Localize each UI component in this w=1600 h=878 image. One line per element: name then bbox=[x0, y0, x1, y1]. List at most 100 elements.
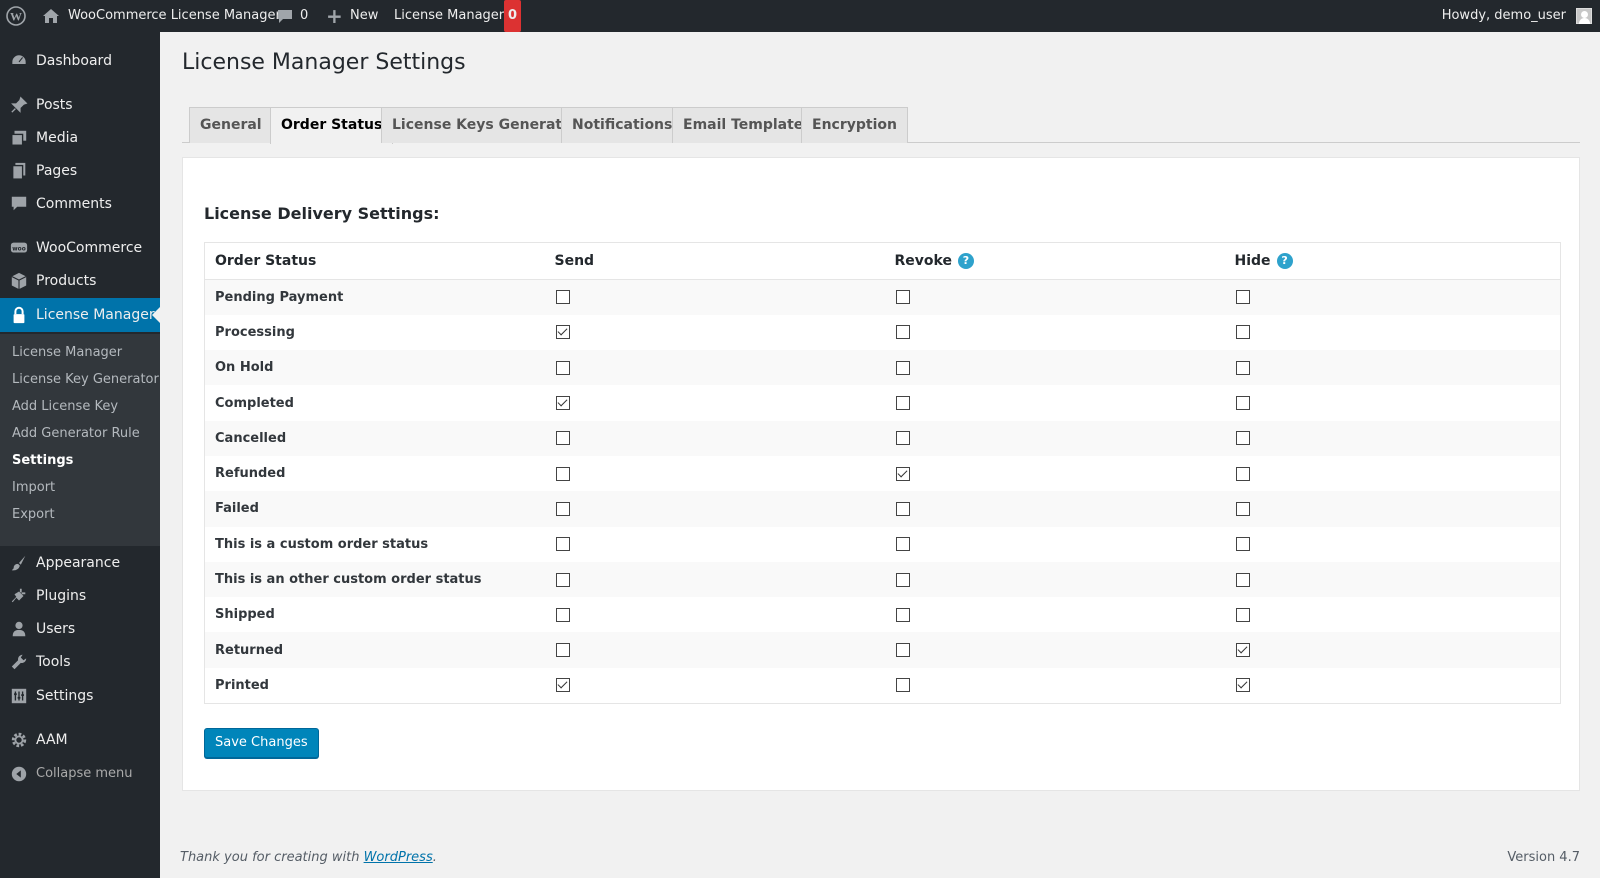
submenu-item-license-manager[interactable]: License Manager bbox=[12, 344, 122, 362]
order-status-name: Shipped bbox=[215, 607, 275, 623]
sidebar-item-label: WooCommerce bbox=[36, 240, 143, 256]
column-header-hide-label: Hide bbox=[1234, 253, 1271, 269]
dashboard-icon bbox=[11, 54, 27, 66]
license-manager-link[interactable]: License Manager bbox=[394, 0, 504, 32]
revoke-cell bbox=[885, 491, 1225, 526]
revoke-checkbox[interactable] bbox=[895, 396, 910, 411]
send-cell bbox=[545, 597, 885, 632]
submenu-item-add-license-key[interactable]: Add License Key bbox=[12, 398, 118, 416]
footer-thank-you-suffix: . bbox=[432, 850, 437, 865]
tab-order-status[interactable]: Order Status bbox=[270, 107, 394, 144]
submenu-item-export[interactable]: Export bbox=[12, 506, 55, 524]
submenu-item-import[interactable]: Import bbox=[12, 479, 55, 497]
sidebar-item-appearance[interactable]: Appearance bbox=[0, 546, 160, 580]
settings-panel: License Delivery Settings: Order Status … bbox=[182, 157, 1580, 791]
send-checkbox[interactable] bbox=[555, 290, 570, 305]
sidebar-item-label: License Manager bbox=[36, 307, 155, 323]
sidebar-item-settings[interactable]: Settings bbox=[0, 679, 160, 713]
help-icon[interactable]: ? bbox=[957, 253, 974, 269]
sidebar-item-posts[interactable]: Posts bbox=[0, 88, 160, 122]
sidebar-item-comments[interactable]: Comments bbox=[0, 187, 160, 221]
site-name-link[interactable]: WooCommerce License Manager bbox=[68, 0, 281, 32]
hide-checkbox[interactable] bbox=[1235, 572, 1250, 587]
hide-checkbox[interactable] bbox=[1235, 607, 1250, 622]
sidebar-item-tools[interactable]: Tools bbox=[0, 645, 160, 679]
sidebar-item-label: Collapse menu bbox=[36, 766, 133, 781]
hide-checkbox[interactable] bbox=[1235, 290, 1250, 305]
revoke-checkbox[interactable] bbox=[895, 290, 910, 305]
submenu-item-add-generator-rule[interactable]: Add Generator Rule bbox=[12, 425, 140, 443]
revoke-checkbox[interactable] bbox=[895, 325, 910, 340]
hide-checkbox[interactable] bbox=[1235, 466, 1250, 481]
send-checkbox[interactable] bbox=[555, 607, 570, 622]
license-manager-badge: 0 bbox=[504, 0, 521, 32]
send-checkbox[interactable] bbox=[555, 325, 570, 340]
wordpress-link[interactable]: WordPress bbox=[364, 850, 433, 865]
sidebar-item-plugins[interactable]: Plugins bbox=[0, 579, 160, 613]
send-checkbox[interactable] bbox=[555, 678, 570, 693]
wordpress-logo-icon[interactable]: W bbox=[6, 0, 30, 32]
revoke-checkbox[interactable] bbox=[895, 678, 910, 693]
table-row: Failed bbox=[204, 491, 1561, 527]
sidebar-item-label: Tools bbox=[36, 654, 71, 670]
revoke-checkbox[interactable] bbox=[895, 431, 910, 446]
send-checkbox[interactable] bbox=[555, 572, 570, 587]
hide-checkbox[interactable] bbox=[1235, 537, 1250, 552]
sidebar-item-label: Posts bbox=[36, 97, 73, 113]
save-changes-button[interactable]: Save Changes bbox=[204, 728, 319, 758]
send-checkbox[interactable] bbox=[555, 396, 570, 411]
avatar[interactable] bbox=[1576, 8, 1592, 24]
help-icon[interactable]: ? bbox=[1276, 253, 1293, 269]
send-checkbox[interactable] bbox=[555, 501, 570, 516]
sidebar-item-woocommerce[interactable]: woo WooCommerce bbox=[0, 231, 160, 265]
revoke-checkbox[interactable] bbox=[895, 607, 910, 622]
sidebar-item-dashboard[interactable]: Dashboard bbox=[0, 44, 160, 78]
comment-bubble-icon bbox=[278, 10, 292, 23]
collapse-icon bbox=[11, 766, 27, 782]
tab-general[interactable]: General bbox=[189, 107, 273, 143]
submenu-item-license-key-generator[interactable]: License Key Generator bbox=[12, 371, 159, 389]
revoke-cell bbox=[885, 315, 1225, 350]
tab-email-template[interactable]: Email Template bbox=[672, 107, 815, 143]
tab-license-keys-generator[interactable]: License Keys Generator bbox=[381, 107, 590, 143]
send-cell bbox=[545, 421, 885, 456]
sidebar-item-license-manager[interactable]: License Manager bbox=[0, 298, 160, 332]
revoke-checkbox[interactable] bbox=[895, 360, 910, 375]
hide-checkbox[interactable] bbox=[1235, 360, 1250, 375]
tab-encryption[interactable]: Encryption bbox=[801, 107, 908, 143]
send-checkbox[interactable] bbox=[555, 466, 570, 481]
submenu-item-settings[interactable]: Settings bbox=[12, 452, 73, 470]
sidebar-item-pages[interactable]: Pages bbox=[0, 154, 160, 188]
admin-bar: W WooCommerce License Manager 0 + New Li… bbox=[0, 0, 1600, 32]
collapse-menu-button[interactable]: Collapse menu bbox=[0, 757, 160, 791]
hide-checkbox[interactable] bbox=[1235, 678, 1250, 693]
hide-checkbox[interactable] bbox=[1235, 431, 1250, 446]
howdy-user-link[interactable]: Howdy, demo_user bbox=[1442, 0, 1566, 32]
send-cell bbox=[545, 668, 885, 703]
revoke-checkbox[interactable] bbox=[895, 466, 910, 481]
table-body: Pending Payment Processing On Hold Complete… bbox=[204, 279, 1561, 704]
revoke-checkbox[interactable] bbox=[895, 537, 910, 552]
revoke-checkbox[interactable] bbox=[895, 501, 910, 516]
hide-cell bbox=[1225, 350, 1561, 385]
revoke-checkbox[interactable] bbox=[895, 643, 910, 658]
send-checkbox[interactable] bbox=[555, 643, 570, 658]
media-icon bbox=[11, 130, 27, 146]
sidebar-item-aam[interactable]: AAM bbox=[0, 723, 160, 757]
sidebar-item-users[interactable]: Users bbox=[0, 612, 160, 646]
sidebar-item-media[interactable]: Media bbox=[0, 121, 160, 155]
send-checkbox[interactable] bbox=[555, 537, 570, 552]
revoke-checkbox[interactable] bbox=[895, 572, 910, 587]
tab-notifications[interactable]: Notifications bbox=[561, 107, 684, 143]
hide-checkbox[interactable] bbox=[1235, 396, 1250, 411]
sidebar-item-label: Plugins bbox=[36, 588, 87, 604]
hide-checkbox[interactable] bbox=[1235, 325, 1250, 340]
sidebar-item-products[interactable]: Products bbox=[0, 264, 160, 298]
send-checkbox[interactable] bbox=[555, 360, 570, 375]
send-cell bbox=[545, 385, 885, 420]
order-status-name: On Hold bbox=[215, 360, 274, 376]
hide-checkbox[interactable] bbox=[1235, 501, 1250, 516]
sidebar-item-label: Comments bbox=[36, 196, 112, 212]
hide-checkbox[interactable] bbox=[1235, 643, 1250, 658]
send-checkbox[interactable] bbox=[555, 431, 570, 446]
